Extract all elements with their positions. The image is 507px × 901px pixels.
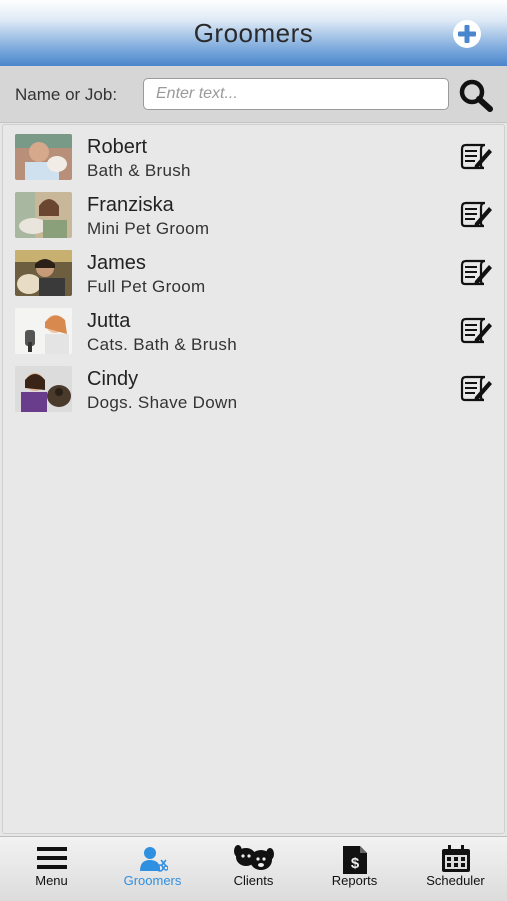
list-item[interactable]: Franziska Mini Pet Groom: [15, 192, 495, 244]
page-title: Groomers: [193, 18, 314, 48]
paw-dogs-icon: [233, 845, 274, 870]
groomer-name: Robert: [87, 136, 148, 158]
avatar: [15, 308, 72, 354]
list-item[interactable]: Jutta Cats. Bath & Brush: [15, 308, 495, 360]
avatar: [15, 250, 72, 296]
tab-menu[interactable]: Menu: [1, 837, 102, 901]
avatar: [15, 366, 72, 412]
avatar: [15, 134, 72, 180]
groomer-name: Franziska: [87, 194, 174, 216]
report-document-icon: $: [342, 846, 367, 874]
tab-scheduler[interactable]: Scheduler: [405, 837, 506, 901]
tab-reports[interactable]: $ Reports: [304, 837, 405, 901]
calendar-icon: [441, 845, 470, 872]
edit-note-icon: [460, 375, 492, 402]
edit-note-icon: [460, 317, 492, 344]
groomer-icon: [139, 847, 168, 872]
search-input[interactable]: [143, 78, 449, 110]
tab-groomers[interactable]: Groomers: [102, 837, 203, 901]
edit-note-icon: [460, 143, 492, 170]
groomer-name: Cindy: [87, 368, 139, 390]
edit-button[interactable]: [459, 315, 493, 345]
search-label: Name or Job:: [15, 85, 118, 104]
tab-clients[interactable]: Clients: [203, 837, 304, 901]
edit-button[interactable]: [459, 257, 493, 287]
svg-text:$: $: [350, 855, 359, 872]
groomer-name: James: [87, 252, 146, 274]
tab-label: Groomers: [123, 873, 182, 888]
groomer-job: Mini Pet Groom: [87, 219, 210, 238]
edit-button[interactable]: [459, 373, 493, 403]
tab-label: Menu: [35, 873, 68, 888]
groomer-job: Cats. Bath & Brush: [87, 335, 237, 354]
list-item[interactable]: Cindy Dogs. Shave Down: [15, 366, 495, 418]
groomer-job: Dogs. Shave Down: [87, 393, 238, 412]
edit-note-icon: [460, 201, 492, 228]
add-groomer-button[interactable]: [452, 19, 482, 49]
search-bar: Name or Job:: [0, 66, 507, 123]
groomer-list: Robert Bath & Brush Franziska Mini Pet G…: [2, 124, 505, 834]
groomer-job: Full Pet Groom: [87, 277, 206, 296]
list-item[interactable]: Robert Bath & Brush: [15, 134, 495, 186]
plus-circle-icon: [453, 20, 481, 48]
bottom-tab-bar: Menu Groomers Clients $ Reports Schedule…: [0, 836, 507, 901]
tab-label: Scheduler: [426, 873, 485, 888]
groomer-job: Bath & Brush: [87, 161, 191, 180]
tab-label: Clients: [233, 873, 274, 888]
groomer-name: Jutta: [87, 310, 131, 332]
tab-label: Reports: [331, 873, 378, 888]
edit-button[interactable]: [459, 141, 493, 171]
edit-button[interactable]: [459, 199, 493, 229]
search-button[interactable]: [458, 78, 494, 114]
hamburger-icon: [36, 847, 67, 869]
list-item[interactable]: James Full Pet Groom: [15, 250, 495, 302]
edit-note-icon: [460, 259, 492, 286]
search-icon: [459, 79, 493, 112]
avatar: [15, 192, 72, 238]
header-bar: Groomers: [0, 0, 507, 66]
